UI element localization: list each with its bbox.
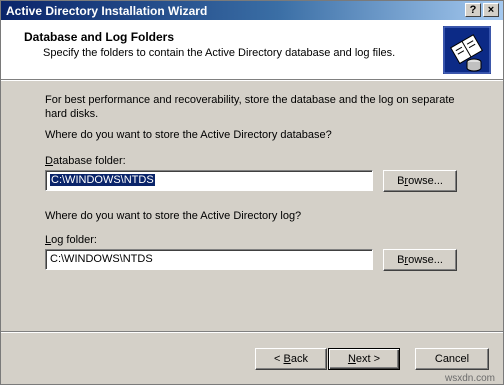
database-folder-label: Database folder: [45,155,126,167]
page-subtitle: Specify the folders to contain the Activ… [43,47,396,59]
header-divider [1,79,503,81]
window-title: Active Directory Installation Wizard [6,4,208,18]
watermark-text: wsxdn.com [445,373,496,384]
log-browse-button[interactable]: Browse... [383,249,457,271]
database-folder-input[interactable]: C:\WINDOWS\NTDS [45,170,373,191]
intro-text-line-1: For best performance and recoverability,… [45,94,455,106]
title-bar[interactable]: Active Directory Installation Wizard ? × [1,1,503,20]
next-button[interactable]: Next > [328,348,400,370]
log-question: Where do you want to store the Active Di… [45,210,302,222]
wizard-window: Active Directory Installation Wizard ? ×… [0,0,504,385]
database-book-icon [443,26,491,74]
database-question: Where do you want to store the Active Di… [45,129,332,141]
help-button[interactable]: ? [465,3,481,17]
back-button[interactable]: < Back [255,348,327,370]
close-button[interactable]: × [483,3,499,17]
footer-divider [1,331,503,333]
database-browse-button[interactable]: Browse... [383,170,457,192]
log-folder-label: Log folder: [45,234,97,246]
cancel-button[interactable]: Cancel [415,348,489,370]
wizard-header: Database and Log Folders Specify the fol… [1,20,503,79]
page-title: Database and Log Folders [24,30,175,44]
intro-text-line-2: hard disks. [45,108,99,120]
log-folder-input[interactable]: C:\WINDOWS\NTDS [45,249,373,270]
